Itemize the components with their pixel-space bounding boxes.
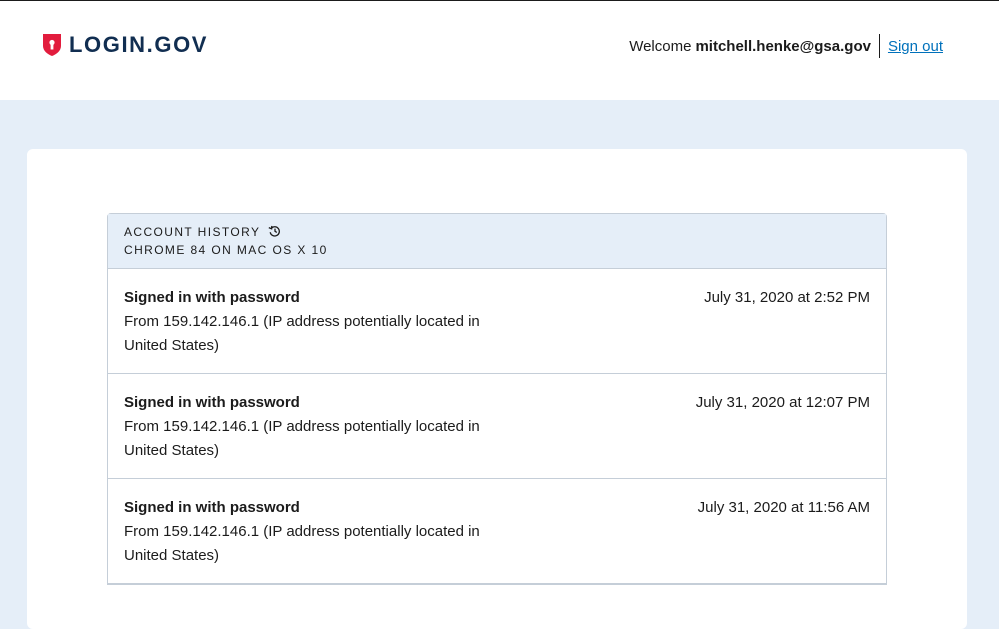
shield-lock-icon: [42, 33, 62, 57]
account-nav: Welcome mitchell.henke@gsa.gov Sign out: [629, 33, 943, 59]
main-card: ACCOUNT HISTORY CHROME 84 ON MAC OS X 10…: [27, 149, 967, 629]
sign-out-link[interactable]: Sign out: [888, 38, 943, 55]
account-history-panel: ACCOUNT HISTORY CHROME 84 ON MAC OS X 10…: [107, 213, 887, 585]
logo-text: LOGIN.GOV: [69, 32, 209, 57]
welcome-label: Welcome: [629, 37, 692, 55]
login-gov-logo[interactable]: LOGIN.GOV: [42, 33, 208, 57]
event-detail: From 159.142.146.1 (IP address potential…: [124, 313, 480, 354]
event-detail: From 159.142.146.1 (IP address potential…: [124, 418, 480, 459]
history-clock-icon: [260, 225, 281, 240]
site-header: LOGIN.GOV Welcome mitchell.henke@gsa.gov…: [0, 0, 999, 100]
event-timestamp: July 31, 2020 at 12:07 PM: [695, 394, 870, 411]
account-history-header: ACCOUNT HISTORY CHROME 84 ON MAC OS X 10: [108, 214, 886, 269]
history-event-row: Signed in with password From 159.142.146…: [108, 269, 886, 374]
history-event-row: Signed in with password From 159.142.146…: [108, 479, 886, 584]
history-event-row: Signed in with password From 159.142.146…: [108, 374, 886, 479]
event-timestamp: July 31, 2020 at 2:52 PM: [704, 289, 870, 306]
nav-divider: [878, 34, 880, 58]
event-detail: From 159.142.146.1 (IP address potential…: [124, 523, 480, 564]
event-timestamp: July 31, 2020 at 11:56 AM: [697, 499, 870, 516]
device-name: CHROME 84 ON MAC OS X 10: [124, 243, 328, 257]
account-history-title-row: ACCOUNT HISTORY: [124, 224, 870, 240]
user-email: mitchell.henke@gsa.gov: [695, 37, 871, 55]
account-history-title: ACCOUNT HISTORY: [124, 225, 261, 239]
